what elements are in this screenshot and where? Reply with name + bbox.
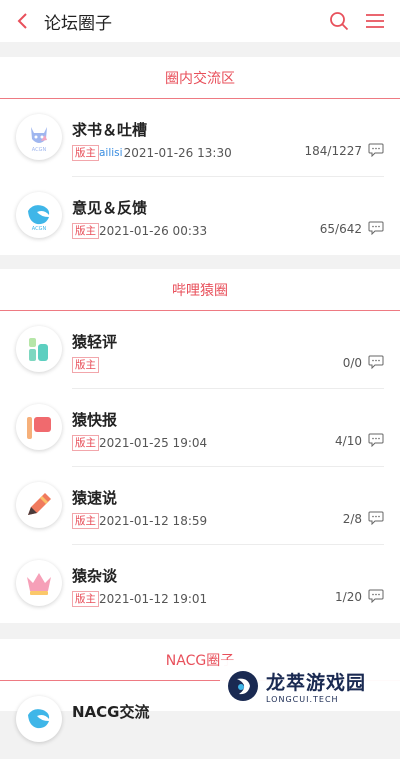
post-count: 2/8	[342, 512, 362, 526]
forum-name: 猿快报	[72, 411, 118, 429]
cat-logo-avatar: ACGN	[16, 114, 62, 160]
comment-bubble-icon	[368, 143, 384, 157]
list-item-forum[interactable]: 猿杂谈 版主 2021-01-12 19:01 1/20	[0, 545, 400, 623]
watermark-logo-icon	[228, 670, 258, 701]
list-item-forum[interactable]: ACGN 求书＆吐槽 版主 ailisi 2021-01-26 13:30 18…	[0, 99, 400, 177]
comment-bubble-icon	[368, 589, 384, 603]
moderator-badge: 版主	[72, 223, 99, 239]
section-title: 哔哩猿圈	[0, 269, 400, 311]
post-count: 65/642	[319, 222, 362, 236]
last-post-time: 2021-01-26 00:33	[99, 224, 208, 238]
search-icon[interactable]	[328, 10, 350, 32]
comment-bubble-icon	[368, 355, 384, 369]
post-count: 0/0	[342, 356, 362, 370]
svg-text:ACGN: ACGN	[32, 226, 47, 232]
post-count: 184/1227	[304, 144, 363, 158]
watermark: 龙萃游戏园 LONGCUI.TECH	[220, 660, 400, 711]
crown-avatar	[16, 560, 62, 606]
comment-bubble-icon	[368, 511, 384, 525]
comment-bubble-icon	[368, 433, 384, 447]
comment-bubble-icon	[368, 221, 384, 235]
forum-name: 意见＆反馈	[72, 199, 148, 217]
forum-meta: 版主	[72, 357, 99, 373]
bars-avatar	[16, 326, 62, 372]
moderator-name[interactable]: ailisi	[99, 147, 123, 159]
list-item-forum[interactable]: 猿快报 版主 2021-01-25 19:04 4/10	[0, 389, 400, 467]
watermark-subtext: LONGCUI.TECH	[266, 694, 339, 704]
post-count: 1/20	[335, 590, 362, 604]
page-title: 论坛圈子	[44, 13, 112, 34]
top-bar: 论坛圈子	[0, 0, 400, 42]
moderator-badge: 版主	[72, 435, 99, 451]
forum-name: 求书＆吐槽	[72, 121, 148, 139]
section-title: 圈内交流区	[0, 57, 400, 99]
watermark-text: 龙萃游戏园	[266, 671, 367, 694]
forum-meta: 版主 2021-01-26 00:33	[72, 223, 207, 239]
last-post-time: 2021-01-26 13:30	[123, 146, 232, 160]
svg-text:ACGN: ACGN	[32, 147, 47, 153]
forum-name: 猿轻评	[72, 333, 118, 351]
forum-name: 猿速说	[72, 489, 118, 507]
list-item-forum[interactable]: 猿速说 版主 2021-01-12 18:59 2/8	[0, 467, 400, 545]
post-count: 4/10	[335, 434, 362, 448]
list-item-forum[interactable]: ACGN 意见＆反馈 版主 2021-01-26 00:33 65/642	[0, 177, 400, 255]
wave-logo-avatar	[16, 696, 62, 742]
last-post-time: 2021-01-25 19:04	[99, 436, 208, 450]
forum-meta: 版主 2021-01-25 19:04	[72, 435, 207, 451]
menu-icon[interactable]	[364, 10, 386, 32]
forum-name: NACG交流	[72, 703, 150, 721]
wave-logo-avatar: ACGN	[16, 192, 62, 238]
flag-avatar	[16, 404, 62, 450]
moderator-badge: 版主	[72, 145, 99, 161]
forum-meta: 版主 2021-01-12 19:01	[72, 591, 207, 607]
forum-meta: 版主 ailisi 2021-01-26 13:30	[72, 145, 232, 161]
forum-name: 猿杂谈	[72, 567, 118, 585]
list-item-forum[interactable]: 猿轻评 版主 0/0	[0, 311, 400, 389]
pencil-avatar	[16, 482, 62, 528]
section-bili-ape: 哔哩猿圈 猿轻评 版主 0/0 猿快报 版主 2021-01-25 19:04	[0, 269, 400, 623]
chevron-left-icon[interactable]	[14, 13, 30, 29]
section-exchange: 圈内交流区 ACGN 求书＆吐槽 版主 ailisi 2021-01-26 13…	[0, 57, 400, 255]
moderator-badge: 版主	[72, 357, 99, 373]
forum-meta: 版主 2021-01-12 18:59	[72, 513, 207, 529]
last-post-time: 2021-01-12 19:01	[99, 592, 208, 606]
last-post-time: 2021-01-12 18:59	[99, 514, 208, 528]
moderator-badge: 版主	[72, 513, 99, 529]
moderator-badge: 版主	[72, 591, 99, 607]
